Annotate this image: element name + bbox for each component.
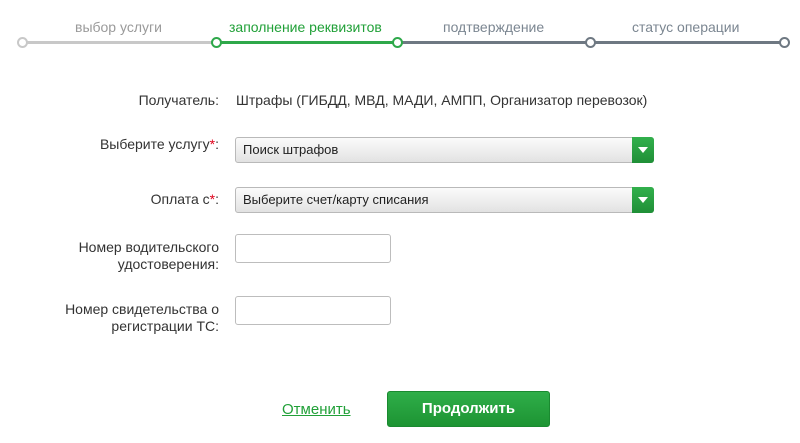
registration-label-line1: Номер свидетельства о [65,301,219,317]
label-colon: : [215,191,219,207]
step-dot-3 [392,37,403,48]
step-dot-4 [585,37,596,48]
service-select[interactable]: Поиск штрафов [235,137,654,163]
payment-from-label: Оплата с*: [151,191,219,208]
step-dot-1 [17,37,28,48]
step-label-operation-status: статус операции [632,19,740,35]
chevron-down-icon[interactable] [632,137,654,163]
license-label-line2: удостоверения: [117,256,219,272]
step-label-select-service: выбор услуги [75,19,162,35]
payment-source-select-value: Выберите счет/карту списания [243,192,429,207]
step-label-confirmation: подтверждение [443,19,545,35]
recipient-value: Штрафы (ГИБДД, МВД, МАДИ, АМПП, Организа… [236,92,648,108]
step-track-done [22,41,217,44]
payment-source-select[interactable]: Выберите счет/карту списания [235,187,654,213]
service-label: Выберите услугу*: [100,136,219,153]
service-label-text: Выберите услугу [99,136,210,152]
cancel-link[interactable]: Отменить [282,401,351,418]
license-number-input[interactable] [235,234,391,263]
recipient-label: Получатель: [138,92,219,108]
license-label-line1: Номер водительского [78,239,219,255]
progress-stepper: выбор услуги заполнение реквизитов подтв… [0,0,800,60]
continue-button[interactable]: Продолжить [387,391,550,427]
registration-number-input[interactable] [235,296,391,325]
label-colon: : [215,136,219,152]
registration-label-line2: регистрации ТС: [111,318,219,334]
step-track-active [217,41,397,44]
step-label-fill-details: заполнение реквизитов [229,19,382,35]
step-dot-5 [779,37,790,48]
payment-from-label-text: Оплата с [150,191,210,207]
step-dot-2 [211,37,222,48]
service-select-value: Поиск штрафов [243,142,339,157]
license-label: Номер водительского удостоверения: [79,239,219,273]
chevron-down-icon[interactable] [632,187,654,213]
registration-label: Номер свидетельства о регистрации ТС: [65,301,219,335]
